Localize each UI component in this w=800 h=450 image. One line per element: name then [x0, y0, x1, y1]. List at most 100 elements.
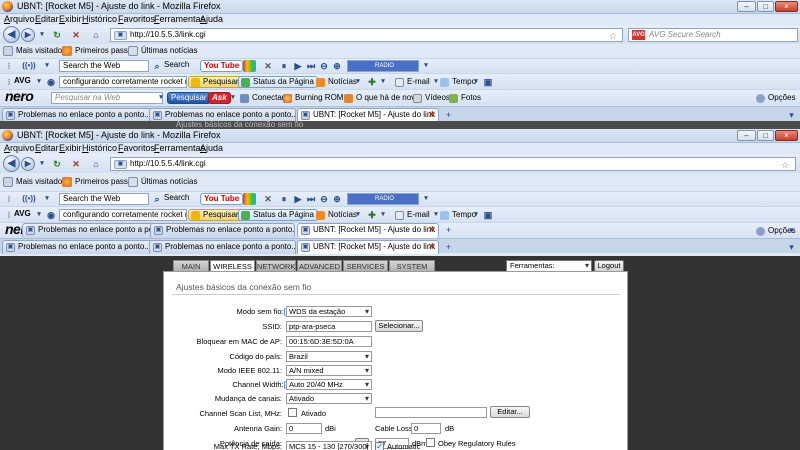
- bookmark-ultimas-noticias[interactable]: Últimas notícias: [128, 175, 197, 189]
- menu-arquivo[interactable]: Arquivo: [4, 14, 35, 24]
- bookmark-primeiros-passos[interactable]: Primeiros passos: [62, 44, 136, 58]
- tab-ubnt-ajuste[interactable]: ▣ UBNT: [Rocket M5] - Ajuste do link ✕: [297, 240, 439, 254]
- colorful-widget-icon[interactable]: [243, 60, 256, 72]
- next-icon[interactable]: ⏭: [305, 193, 317, 205]
- channel-width-select[interactable]: Auto 20/40 MHz: [286, 379, 372, 390]
- address-bar[interactable]: ▣ http://10.5.5.4/link.cgi ☆: [110, 157, 796, 171]
- nero-search-dropdown-icon[interactable]: ▾: [155, 92, 167, 104]
- colorful-widget-icon[interactable]: [243, 193, 256, 205]
- modo-select[interactable]: WDS da estação: [286, 306, 372, 317]
- bookmark-primeiros-passos[interactable]: Primeiros passos: [62, 175, 136, 189]
- menu-ajuda[interactable]: Ajuda: [200, 14, 223, 24]
- close-button[interactable]: ×: [775, 1, 798, 12]
- avg-pesquisar-button[interactable]: Pesquisar: [188, 209, 243, 221]
- menu-ferramentas[interactable]: Ferramentas: [154, 14, 205, 24]
- tab-close-icon[interactable]: ✕: [428, 241, 435, 253]
- tab-ubnt-ajuste[interactable]: ▣ UBNT: [Rocket M5] - Ajuste do link ✕: [297, 108, 439, 122]
- status-pagina-button[interactable]: Status da Página: [238, 76, 318, 88]
- fotos-button[interactable]: Fotos: [446, 92, 485, 104]
- mudanca-select[interactable]: Ativado: [286, 393, 372, 404]
- cable-loss-input[interactable]: 0: [411, 423, 441, 434]
- radio-toggle-icon[interactable]: ((•)): [18, 60, 40, 72]
- menu-editar[interactable]: Editar: [35, 14, 59, 24]
- toolbar-search-label[interactable]: Search: [164, 58, 189, 72]
- forward-button-icon[interactable]: ▶: [21, 28, 35, 42]
- extra-icon[interactable]: ▣: [482, 209, 494, 221]
- obey-regulatory-checkbox[interactable]: [426, 438, 435, 447]
- nero-pesquisar-button[interactable]: Pesquisar: [167, 92, 211, 104]
- toolbar-close-icon[interactable]: ✕: [262, 193, 274, 205]
- youtube-button[interactable]: You Tube: [200, 193, 244, 205]
- stop-icon[interactable]: ✕: [70, 158, 82, 170]
- avg-search-engine-icon[interactable]: ◉: [45, 209, 57, 221]
- new-tab-icon[interactable]: +: [442, 224, 455, 236]
- email-button[interactable]: E-mail: [392, 76, 434, 88]
- ieee-select[interactable]: A/N mixed: [286, 365, 372, 376]
- inline-tab-ubnt-ajuste[interactable]: ▣ UBNT: [Rocket M5] - Ajuste do link ✕: [297, 223, 439, 238]
- menu-exibir[interactable]: Exibir: [59, 14, 82, 24]
- tab-close-icon[interactable]: ✕: [428, 224, 435, 236]
- bookmark-mais-visitados[interactable]: Mais visitados: [3, 175, 66, 189]
- menu-ajuda[interactable]: Ajuda: [200, 143, 223, 153]
- close-button[interactable]: ×: [775, 130, 798, 141]
- avg-search-engine-icon[interactable]: ◉: [45, 76, 57, 88]
- radio-toggle-icon[interactable]: ((•)): [18, 193, 40, 205]
- volume-plus-icon[interactable]: ⊕: [331, 60, 343, 72]
- forward-button-icon[interactable]: ▶: [21, 157, 35, 171]
- noticias-dropdown-icon[interactable]: ▾: [352, 209, 364, 221]
- txrate-select[interactable]: MCS 15 - 130 [270/300]: [286, 441, 372, 450]
- status-pagina-button[interactable]: Status da Página: [238, 209, 318, 221]
- radio-dropdown-icon[interactable]: ▾: [41, 193, 53, 205]
- extra-icon[interactable]: ▣: [482, 76, 494, 88]
- stop-icon[interactable]: ✕: [70, 29, 82, 41]
- address-bar[interactable]: ▣ http://10.5.5.3/link.cgi ☆: [110, 28, 623, 42]
- tab-problemas-2[interactable]: ▣ Problemas no enlace ponto a ponto...: [149, 240, 296, 254]
- play-icon[interactable]: ▶: [292, 60, 304, 72]
- volume-minus-icon[interactable]: ⊖: [318, 60, 330, 72]
- tempo-dropdown-icon[interactable]: ▾: [470, 76, 482, 88]
- menu-historico[interactable]: Histórico: [82, 14, 117, 24]
- avg-query-field[interactable]: configurando corretamente rocket m: [59, 209, 187, 221]
- automatic-checkbox[interactable]: ✓: [375, 442, 384, 450]
- list-all-tabs-icon[interactable]: ▾: [785, 241, 798, 253]
- play-icon[interactable]: ▶: [292, 193, 304, 205]
- bookmark-star-icon[interactable]: ☆: [781, 159, 789, 171]
- tab-problemas-1[interactable]: ▣ Problemas no enlace ponto a ponto...: [2, 108, 159, 122]
- home-icon[interactable]: ⌂: [90, 158, 102, 170]
- bookmark-ultimas-noticias[interactable]: Últimas notícias: [128, 44, 197, 58]
- search-box[interactable]: AVG AVG Secure Search: [628, 28, 798, 42]
- pause-icon[interactable]: ⏸: [278, 193, 290, 205]
- ssid-input[interactable]: ptp-ara-pseca: [286, 321, 372, 332]
- avg-query-field[interactable]: configurando corretamente rocket m: [59, 76, 187, 88]
- new-tab-icon[interactable]: +: [442, 109, 455, 121]
- mac-input[interactable]: 00:15:6D:3E:5D:0A: [286, 336, 372, 347]
- nero-search-field[interactable]: Pesquisar na Web: [51, 92, 163, 104]
- tempo-dropdown-icon[interactable]: ▾: [470, 209, 482, 221]
- toolbar-search-icon[interactable]: ⌕: [151, 193, 163, 205]
- burning-rom-button[interactable]: Burning ROM: [280, 92, 347, 104]
- menu-exibir[interactable]: Exibir: [59, 143, 82, 153]
- list-all-tabs-icon[interactable]: ▾: [785, 109, 798, 121]
- reload-icon[interactable]: ↻: [51, 158, 63, 170]
- menu-favoritos[interactable]: Favoritos: [118, 143, 155, 153]
- addon-dropdown-icon[interactable]: ▾: [377, 209, 389, 221]
- toolbar-search-icon[interactable]: ⌕: [151, 60, 163, 72]
- menu-arquivo[interactable]: Arquivo: [4, 143, 35, 153]
- menu-editar[interactable]: Editar: [35, 143, 59, 153]
- inline-tab-problemas-2[interactable]: ▣ Problemas no enlace ponto a ponto...: [150, 223, 295, 238]
- menu-favoritos[interactable]: Favoritos: [118, 14, 155, 24]
- antenna-gain-input[interactable]: 0: [286, 423, 322, 434]
- bookmark-star-icon[interactable]: ☆: [609, 30, 617, 42]
- addon-dropdown-icon[interactable]: ▾: [377, 76, 389, 88]
- opcoes-button[interactable]: Opções: [753, 92, 800, 104]
- radio-dropdown-icon[interactable]: ▾: [41, 60, 53, 72]
- avg-pesquisar-button[interactable]: Pesquisar: [188, 76, 243, 88]
- toolbar-close-icon[interactable]: ✕: [262, 60, 274, 72]
- scan-list-input[interactable]: [375, 407, 487, 418]
- toolbar-search-label[interactable]: Search: [164, 191, 189, 205]
- editar-button[interactable]: Editar...: [490, 406, 530, 418]
- history-dropdown-icon[interactable]: ▾: [36, 158, 48, 170]
- history-dropdown-icon[interactable]: ▾: [36, 29, 48, 41]
- youtube-button[interactable]: You Tube: [200, 60, 244, 72]
- pais-select[interactable]: Brazil: [286, 351, 372, 362]
